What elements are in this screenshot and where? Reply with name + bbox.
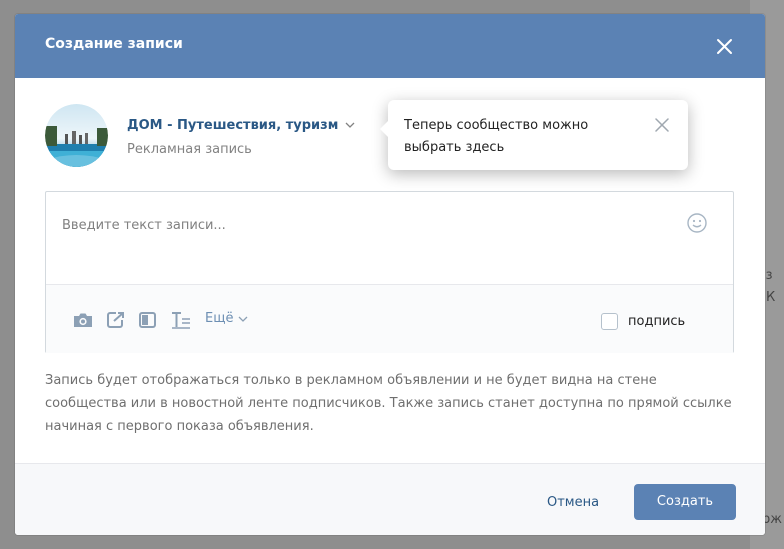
chevron-down-icon	[239, 316, 248, 322]
signature-label: подпись	[628, 314, 686, 329]
community-selector[interactable]: ДОМ - Путешествия, туризм	[127, 115, 355, 135]
more-attachments-button[interactable]: Ещё	[205, 311, 248, 326]
create-post-modal: Создание записи ДОМ - Путешествия, туриз…	[15, 14, 765, 535]
modal-footer: Отмена Создать	[15, 463, 765, 535]
close-icon[interactable]	[716, 38, 733, 55]
modal-title: Создание записи	[45, 36, 183, 52]
signature-checkbox[interactable]	[601, 313, 618, 330]
chevron-down-icon	[345, 122, 355, 128]
info-text: Запись будет отображаться только в рекла…	[45, 373, 732, 434]
modal-header: Создание записи	[15, 14, 765, 78]
article-icon[interactable]	[137, 310, 159, 330]
community-hint-tooltip: Теперь сообщество можно выбрать здесь	[380, 100, 688, 170]
create-button[interactable]: Создать	[634, 484, 736, 520]
close-icon[interactable]	[655, 118, 669, 132]
share-icon[interactable]	[105, 310, 127, 330]
background-text-fragment: К	[766, 290, 776, 305]
more-label: Ещё	[205, 311, 234, 326]
camera-icon[interactable]	[72, 310, 94, 330]
composer-toolbar: Ещё подпись	[46, 285, 733, 353]
community-name: ДОМ - Путешествия, туризм	[127, 117, 339, 133]
post-composer: Ещё подпись	[45, 191, 734, 353]
signature-option[interactable]: подпись	[601, 313, 685, 330]
cancel-button[interactable]: Отмена	[535, 486, 611, 520]
tooltip-text: Теперь сообщество можно выбрать здесь	[404, 118, 589, 155]
tooltip-arrow	[380, 121, 388, 137]
avatar	[45, 104, 108, 167]
text-format-icon[interactable]	[170, 310, 192, 330]
smile-icon[interactable]	[686, 212, 708, 234]
post-type-label: Рекламная запись	[127, 142, 252, 157]
post-text-input[interactable]	[62, 215, 662, 235]
